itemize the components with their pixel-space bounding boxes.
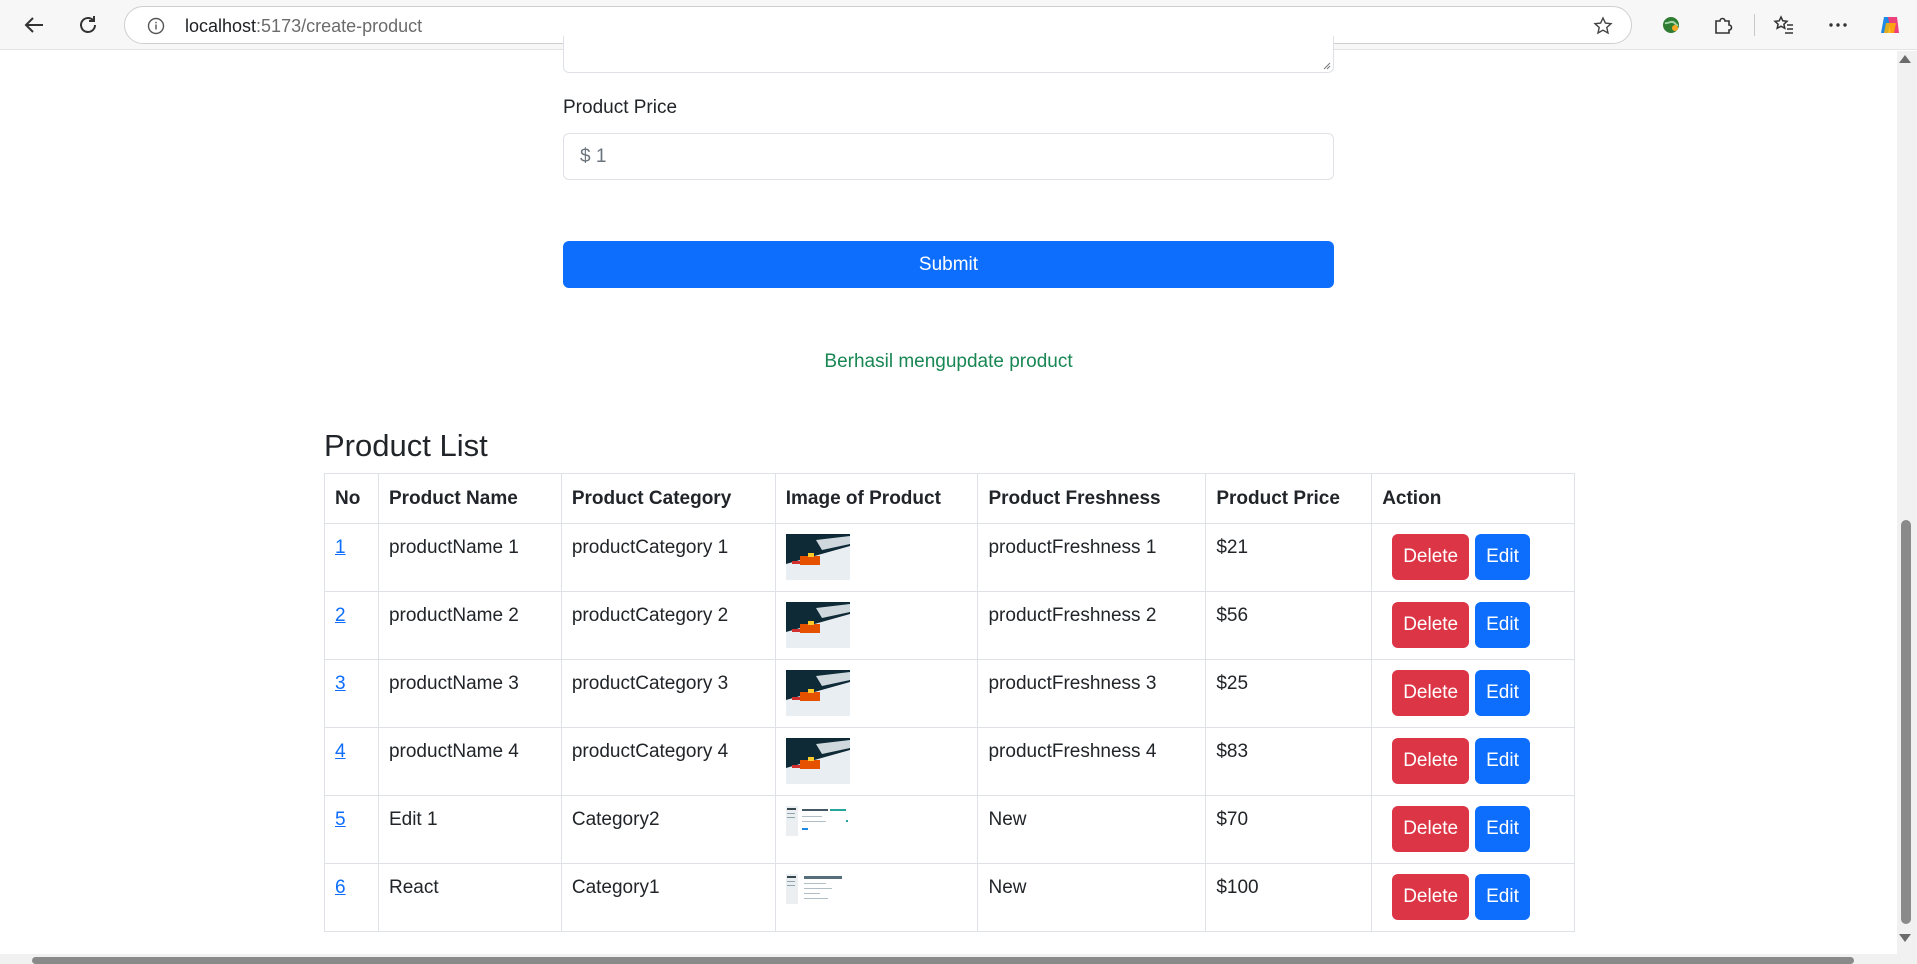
- cell-price: $21: [1205, 523, 1373, 592]
- cell-product-category: productCategory 1: [560, 523, 776, 592]
- cell-price: $56: [1205, 591, 1373, 660]
- cell-product-name: productName 1: [377, 523, 562, 592]
- cell-freshness: productFreshness 1: [977, 523, 1207, 592]
- product-description-textarea[interactable]: [563, 36, 1334, 73]
- product-photo-thumbnail: [785, 738, 850, 784]
- cell-price: $100: [1205, 863, 1373, 932]
- table-row: 2 productName 2 productCategory 2 produc…: [324, 591, 1575, 660]
- back-icon[interactable]: [17, 8, 51, 42]
- favorites-icon[interactable]: [1767, 8, 1801, 42]
- cell-product-category: productCategory 4: [560, 727, 776, 796]
- cell-freshness: productFreshness 4: [977, 727, 1207, 796]
- row-number-link[interactable]: 5: [335, 809, 346, 830]
- edit-button[interactable]: Edit: [1475, 534, 1530, 580]
- header-no: No: [324, 473, 379, 524]
- extension-globe-icon[interactable]: [1654, 8, 1688, 42]
- table-header-row: No Product Name Product Category Image o…: [324, 473, 1575, 524]
- table-row: 4 productName 4 productCategory 4 produc…: [324, 727, 1575, 796]
- delete-button[interactable]: Delete: [1392, 806, 1470, 852]
- row-number-link[interactable]: 3: [335, 673, 346, 694]
- header-product-category: Product Category: [560, 473, 776, 524]
- submit-button[interactable]: Submit: [563, 241, 1334, 288]
- edit-button[interactable]: Edit: [1475, 806, 1530, 852]
- edit-button[interactable]: Edit: [1475, 874, 1530, 920]
- scroll-down-arrow-icon[interactable]: [1899, 934, 1911, 942]
- cell-price: $83: [1205, 727, 1373, 796]
- horizontal-scrollbar-thumb[interactable]: [32, 957, 1854, 964]
- product-table: No Product Name Product Category Image o…: [324, 473, 1575, 932]
- product-photo-thumbnail: [785, 534, 850, 580]
- row-number-link[interactable]: 6: [335, 877, 346, 898]
- cell-price: $70: [1205, 795, 1373, 864]
- url-text: localhost:5173/create-product: [185, 16, 422, 37]
- screenshot-thumbnail: [785, 874, 850, 908]
- header-price: Product Price: [1205, 473, 1373, 524]
- header-image: Image of Product: [774, 473, 979, 524]
- resize-grip-icon[interactable]: [1321, 60, 1331, 70]
- vertical-scrollbar-thumb[interactable]: [1901, 520, 1911, 924]
- extensions-puzzle-icon[interactable]: [1706, 8, 1740, 42]
- cell-freshness: New: [977, 863, 1207, 932]
- more-menu-icon[interactable]: [1821, 8, 1855, 42]
- cell-product-name: React: [377, 863, 562, 932]
- success-message: Berhasil mengupdate product: [824, 351, 1073, 372]
- product-list-title: Product List: [324, 428, 488, 463]
- url-path: :5173/create-product: [256, 16, 423, 36]
- product-photo-thumbnail: [785, 670, 850, 716]
- edit-button[interactable]: Edit: [1475, 602, 1530, 648]
- toolbar-divider: [1754, 14, 1755, 36]
- copilot-icon[interactable]: [1873, 8, 1907, 42]
- url-host: localhost: [185, 16, 257, 36]
- product-price-input[interactable]: $ 1: [563, 133, 1334, 180]
- delete-button[interactable]: Delete: [1392, 534, 1470, 580]
- cell-product-category: Category2: [560, 795, 776, 864]
- row-number-link[interactable]: 2: [335, 605, 346, 626]
- edit-button[interactable]: Edit: [1475, 738, 1530, 784]
- cell-freshness: New: [977, 795, 1207, 864]
- row-number-link[interactable]: 4: [335, 741, 346, 762]
- site-info-icon[interactable]: [147, 17, 165, 40]
- table-row: 5 Edit 1 Category2 New $70 Delete Edit: [324, 795, 1575, 864]
- cell-product-category: Category1: [560, 863, 776, 932]
- header-action: Action: [1371, 473, 1575, 524]
- delete-button[interactable]: Delete: [1392, 738, 1470, 784]
- cell-freshness: productFreshness 2: [977, 591, 1207, 660]
- cell-product-category: productCategory 3: [560, 659, 776, 728]
- reload-icon[interactable]: [71, 8, 105, 42]
- cell-product-name: productName 3: [377, 659, 562, 728]
- favorite-star-icon[interactable]: [1593, 16, 1613, 41]
- product-photo-thumbnail: [785, 602, 850, 648]
- cell-product-name: productName 4: [377, 727, 562, 796]
- table-row: 3 productName 3 productCategory 3 produc…: [324, 659, 1575, 728]
- edit-button[interactable]: Edit: [1475, 670, 1530, 716]
- table-row: 1 productName 1 productCategory 1 produc…: [324, 523, 1575, 592]
- row-number-link[interactable]: 1: [335, 537, 346, 558]
- header-product-name: Product Name: [377, 473, 562, 524]
- cell-product-name: productName 2: [377, 591, 562, 660]
- table-row: 6 React Category1 New $100 Delete Edit: [324, 863, 1575, 932]
- delete-button[interactable]: Delete: [1392, 874, 1470, 920]
- delete-button[interactable]: Delete: [1392, 602, 1470, 648]
- delete-button[interactable]: Delete: [1392, 670, 1470, 716]
- header-freshness: Product Freshness: [977, 473, 1207, 524]
- cell-freshness: productFreshness 3: [977, 659, 1207, 728]
- cell-price: $25: [1205, 659, 1373, 728]
- product-price-label: Product Price: [563, 97, 678, 118]
- cell-product-category: productCategory 2: [560, 591, 776, 660]
- screenshot-thumbnail: [785, 806, 850, 840]
- scroll-up-arrow-icon[interactable]: [1899, 55, 1911, 63]
- cell-product-name: Edit 1: [377, 795, 562, 864]
